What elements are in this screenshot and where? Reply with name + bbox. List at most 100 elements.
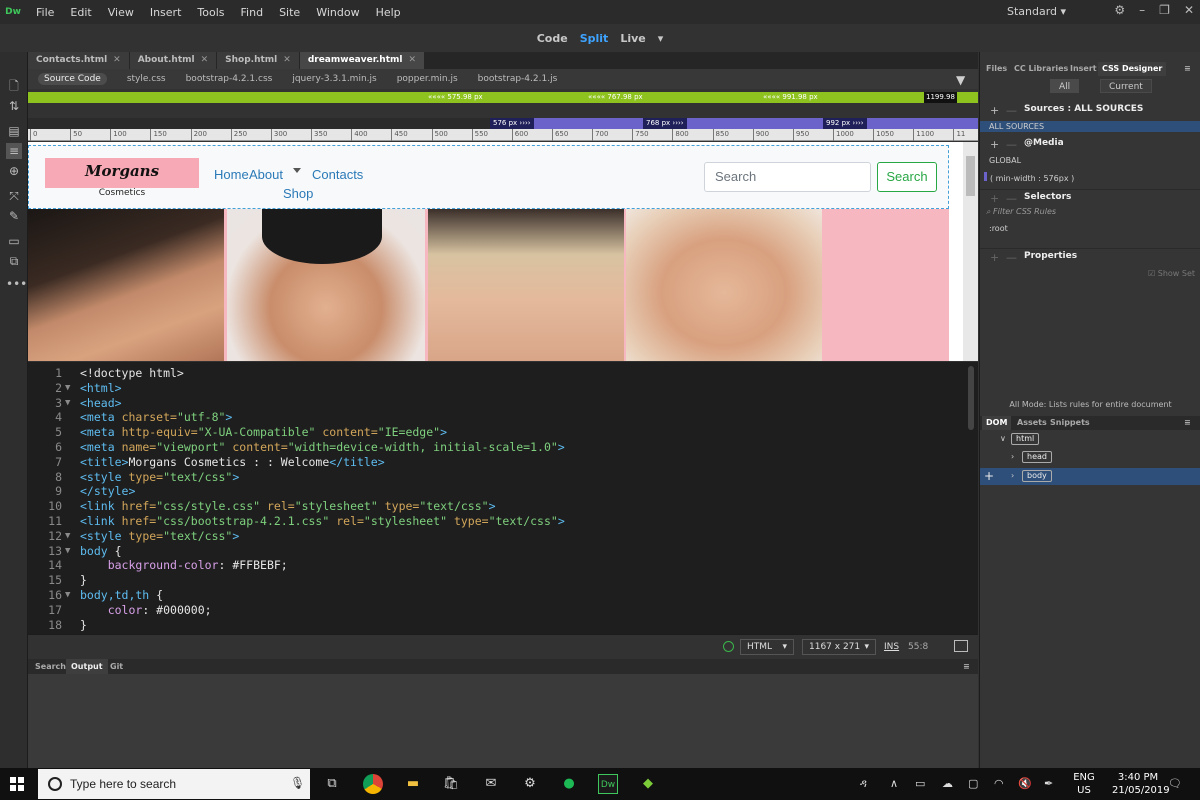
mq-max-label[interactable]: «««« 575.98 px	[428, 92, 483, 103]
site-logo[interactable]: Morgans	[45, 158, 199, 188]
tab-search[interactable]: Search	[30, 659, 71, 674]
store-icon[interactable]: 🛍	[441, 774, 461, 794]
dreamweaver-taskbar-icon[interactable]: Dw	[598, 774, 618, 794]
fold-toggle-icon[interactable]: ▼	[65, 396, 70, 411]
add-selector-icon[interactable]: +	[990, 192, 999, 205]
menu-site[interactable]: Site	[279, 6, 300, 19]
menu-find[interactable]: Find	[241, 6, 264, 19]
windows-start-icon[interactable]	[10, 777, 24, 791]
settings-icon[interactable]: ⚙	[520, 774, 540, 794]
mode-all-button[interactable]: All	[1050, 79, 1080, 93]
code-view-button[interactable]: Code	[537, 32, 568, 45]
onedrive-icon[interactable]: ☁	[942, 777, 953, 790]
mq-max-label[interactable]: 1199.98	[924, 92, 957, 103]
chevron-right-icon[interactable]: ›	[1011, 471, 1014, 480]
live-view-scrollbar[interactable]	[963, 142, 978, 361]
tab-files[interactable]: Files	[982, 62, 1011, 76]
close-icon[interactable]: ✕	[113, 55, 121, 65]
menu-edit[interactable]: Edit	[70, 6, 91, 19]
related-file-jquery[interactable]: jquery-3.3.1.min.js	[292, 74, 376, 84]
close-icon[interactable]: ✕	[408, 55, 416, 65]
mail-icon[interactable]: ✉	[481, 774, 501, 794]
close-icon[interactable]: ✕	[201, 55, 209, 65]
related-file-source-code[interactable]: Source Code	[38, 73, 107, 85]
menu-window[interactable]: Window	[316, 6, 359, 19]
menu-help[interactable]: Help	[376, 6, 401, 19]
max-width-media-bar[interactable]: «««« 575.98 px «««« 767.98 px «««« 991.9…	[28, 92, 978, 103]
site-search-input[interactable]: Search	[704, 162, 871, 192]
display-icon[interactable]: ▢	[968, 777, 978, 790]
min-width-media-bar[interactable]: 576 px ›››› 768 px ›››› 992 px ››››	[28, 118, 978, 129]
chevron-right-icon[interactable]: ›	[1011, 452, 1014, 461]
open-documents-icon[interactable]: 🗋	[6, 78, 22, 94]
dom-node-head[interactable]: head	[1022, 451, 1052, 463]
mq-min-label[interactable]: 768 px ››››	[643, 118, 687, 129]
media-query-item[interactable]: ( min-width : 576px )	[980, 172, 1200, 183]
mq-max-label[interactable]: «««« 767.98 px	[588, 92, 643, 103]
nav-shop-link[interactable]: Shop	[283, 186, 313, 201]
selector-item-root[interactable]: :root	[980, 224, 1200, 233]
filter-css-rules-input[interactable]: ⌕ Filter CSS Rules	[980, 207, 1200, 217]
inspect-icon[interactable]: ⊕	[6, 163, 22, 179]
menu-view[interactable]: View	[108, 6, 134, 19]
panel-menu-icon[interactable]: ≡	[958, 659, 975, 674]
remove-selector-icon[interactable]: —	[1006, 192, 1017, 205]
add-media-icon[interactable]: +	[990, 138, 999, 151]
tab-snippets[interactable]: Snippets	[1046, 416, 1094, 430]
battery-icon[interactable]: ▭	[915, 777, 925, 790]
app-icon[interactable]: ◆	[638, 774, 658, 794]
brush-icon[interactable]: ✎	[6, 208, 22, 224]
preview-icon[interactable]	[954, 640, 968, 652]
wrap-tag-icon[interactable]: ⤧	[6, 188, 22, 204]
tab-insert[interactable]: Insert	[1066, 62, 1101, 76]
media-global[interactable]: GLOBAL	[980, 156, 1200, 165]
fold-toggle-icon[interactable]: ▼	[65, 381, 70, 396]
minimize-icon[interactable]: –	[1139, 3, 1145, 17]
nav-about-link[interactable]: About	[249, 167, 283, 182]
tab-output[interactable]: Output	[66, 659, 108, 674]
live-code-icon[interactable]: ▤	[6, 123, 22, 139]
tab-cc-libraries[interactable]: CC Libraries	[1010, 62, 1072, 76]
min-width-range[interactable]	[490, 118, 978, 129]
mq-min-label[interactable]: 992 px ››››	[823, 118, 867, 129]
volume-muted-icon[interactable]: 🔇	[1018, 777, 1032, 790]
add-property-icon[interactable]: +	[990, 251, 999, 264]
remove-property-icon[interactable]: —	[1006, 251, 1017, 264]
insert-mode[interactable]: INS	[884, 642, 899, 652]
wifi-icon[interactable]: ◠	[994, 777, 1004, 790]
related-file-style-css[interactable]: style.css	[127, 74, 166, 84]
more-tools-icon[interactable]: •••	[6, 276, 27, 292]
panel-menu-icon[interactable]: ≡	[1180, 416, 1195, 430]
site-navbar[interactable]: Morgans Cosmetics Home About Contacts Sh…	[28, 145, 949, 209]
fold-toggle-icon[interactable]: ▼	[65, 529, 70, 544]
snippet-icon[interactable]: ⧉	[6, 253, 22, 269]
comment-icon[interactable]: ▭	[6, 233, 22, 249]
restore-icon[interactable]: ❐	[1159, 3, 1170, 17]
tab-contacts[interactable]: Contacts.html ✕	[28, 52, 129, 69]
remove-source-icon[interactable]: —	[1006, 104, 1017, 117]
task-view-icon[interactable]: ⧉	[322, 774, 342, 794]
tab-shop[interactable]: Shop.html ✕	[217, 52, 299, 69]
people-icon[interactable]: ዳ	[860, 777, 867, 791]
mq-max-label[interactable]: «««« 991.98 px	[763, 92, 818, 103]
menu-tools[interactable]: Tools	[197, 6, 224, 19]
tab-dom[interactable]: DOM	[982, 416, 1012, 430]
close-icon[interactable]: ✕	[283, 55, 291, 65]
split-view-button[interactable]: Split	[580, 32, 609, 45]
code-editor[interactable]: 1 <!doctype html> 2 ▼ <html> 3 ▼ <head> 4 <meta c…	[28, 362, 978, 634]
sources-item-all[interactable]: ALL SOURCES	[980, 121, 1200, 132]
fold-toggle-icon[interactable]: ▼	[65, 544, 70, 559]
dom-row-body[interactable]: + › body	[980, 468, 1200, 485]
mode-current-button[interactable]: Current	[1100, 79, 1152, 93]
dom-node-html[interactable]: html	[1011, 433, 1040, 445]
spotify-icon[interactable]: ●	[559, 774, 579, 794]
related-file-bootstrap-js[interactable]: bootstrap-4.2.1.js	[478, 74, 558, 84]
mq-min-label[interactable]: 576 px ››››	[490, 118, 534, 129]
live-dropdown-icon[interactable]: ▾	[658, 32, 664, 45]
related-file-popper[interactable]: popper.min.js	[397, 74, 458, 84]
chrome-icon[interactable]	[363, 774, 383, 794]
panel-menu-icon[interactable]: ≡	[1180, 62, 1195, 76]
filter-icon[interactable]: ▼	[956, 73, 965, 87]
gear-icon[interactable]: ⚙	[1114, 3, 1125, 17]
live-view-button[interactable]: Live	[620, 32, 645, 45]
